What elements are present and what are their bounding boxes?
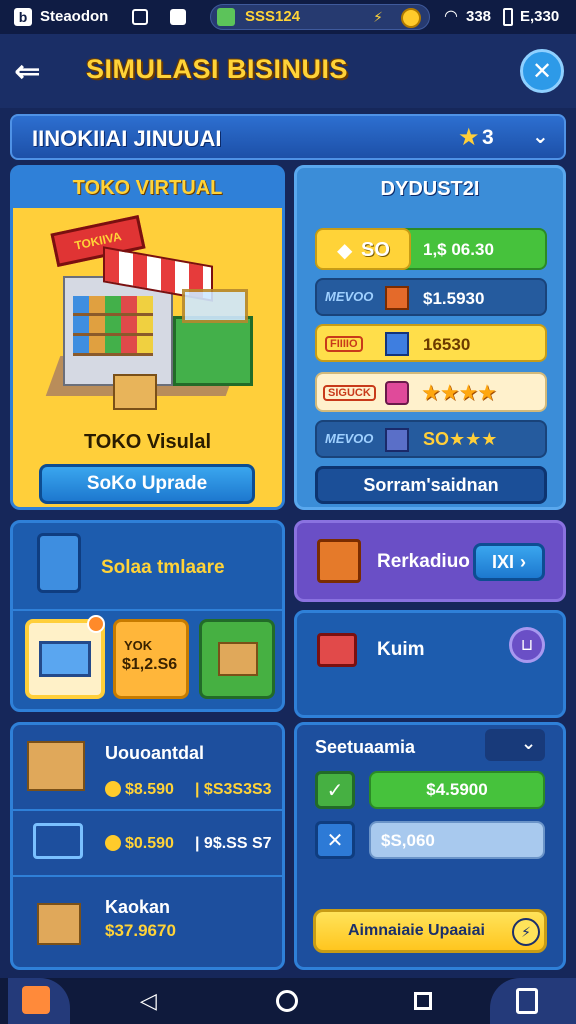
list-item-title: Uouoantdal bbox=[105, 743, 204, 763]
lightning-icon: ⚡ bbox=[373, 8, 383, 25]
inventory-panel: Solaa tmlaare YOK $1,2.S6 bbox=[10, 520, 285, 712]
kuim-panel: Kuim ⊔ bbox=[294, 610, 566, 718]
stacked-crate-icon bbox=[385, 428, 409, 452]
basket-icon bbox=[317, 539, 361, 583]
display-counter bbox=[173, 289, 253, 386]
close-icon: ✕ bbox=[326, 829, 344, 852]
chevron-down-icon[interactable]: ⌄ bbox=[532, 124, 549, 149]
notification-dot-icon bbox=[87, 615, 105, 633]
lightning-icon: ⚡ bbox=[512, 918, 540, 946]
stats-panel-title: DYDUST2I bbox=[380, 178, 480, 200]
notification-icon bbox=[132, 9, 148, 25]
crate-icon bbox=[385, 286, 409, 310]
check-icon: ✓ bbox=[326, 779, 344, 802]
stat-row: SIGUCK ★★★★ bbox=[315, 372, 547, 412]
list-item[interactable]: Kaokan $37.9670 bbox=[13, 877, 282, 967]
market-toggle-button[interactable]: IXI › bbox=[473, 543, 545, 581]
list-item[interactable]: $0.590 | 9$.SS S7 bbox=[13, 811, 282, 875]
gold-coin-icon bbox=[401, 8, 421, 28]
coins-pill: SSS124 ⚡ bbox=[210, 4, 430, 30]
shopping-cart-icon bbox=[317, 633, 357, 667]
app-icon: b bbox=[14, 8, 32, 26]
stats-panel: DYDUST2I ◆ SO 1,$ 06.30 MEVOO $1.5930 FI… bbox=[294, 165, 566, 510]
coin-icon bbox=[105, 835, 121, 851]
house-icon bbox=[22, 986, 50, 1014]
apply-upgrade-button[interactable]: Aimnaiaie Upaaiai ⚡ bbox=[313, 909, 547, 953]
stacked-boxes-icon bbox=[27, 741, 85, 791]
toko-virtual-panel: TOKO VIRTUAL TOKIIVA TOKO Visulal SoKo U… bbox=[10, 165, 285, 510]
bottom-navigation: ◁ bbox=[0, 978, 576, 1024]
battery-text: E,330 bbox=[520, 8, 560, 25]
market-label: Rerkadiuo bbox=[377, 551, 470, 572]
home-nav-button[interactable] bbox=[276, 990, 298, 1012]
status-app-label: Steaodon bbox=[40, 8, 109, 25]
basket-button[interactable]: ⊔ bbox=[509, 627, 545, 663]
page-title: SIMULASI BISINUIS bbox=[86, 54, 349, 84]
stat-row: MEVOO SO★★★ bbox=[315, 420, 547, 458]
inventory-slot-price[interactable]: YOK $1,2.S6 bbox=[113, 619, 189, 699]
back-arrow-icon[interactable]: ⇐ bbox=[14, 54, 54, 88]
toko-panel-header: TOKO VIRTUAL bbox=[13, 168, 282, 208]
star-icon: ★ bbox=[458, 124, 480, 151]
goods-list-panel: Uouoantdal $8.590 | $S3S3S3 $0.590 | 9$.… bbox=[10, 722, 285, 970]
fridge-icon bbox=[37, 533, 81, 593]
close-button[interactable]: ✕ bbox=[520, 49, 564, 93]
rating-stars: ★★★★ bbox=[421, 380, 497, 405]
shop-illustration: TOKIIVA bbox=[43, 215, 263, 426]
inventory-slot-selected[interactable] bbox=[25, 615, 105, 699]
market-panel: Rerkadiuo IXI › bbox=[294, 520, 566, 602]
signal-text: 338 bbox=[466, 8, 492, 25]
home-button[interactable] bbox=[8, 978, 70, 1024]
shop-name: TOKO Visulal bbox=[83, 431, 212, 453]
stat-row: MEVOO $1.5930 bbox=[315, 278, 547, 316]
status-bar: b Steaodon SSS124 ⚡ ◠ 338 E,330 bbox=[0, 0, 576, 34]
settings-panel: Seetuaamia ⌄ ✓ $4.5900 ✕ $S,060 Aimnaiai… bbox=[294, 722, 566, 970]
chevron-down-icon: ⌄ bbox=[521, 733, 537, 753]
stat-row: FIIIIO 16530 bbox=[315, 324, 547, 362]
price-field-2[interactable]: $S,060 bbox=[369, 821, 545, 859]
settings-label: Seetuaamia bbox=[315, 737, 416, 757]
chevron-right-icon: › bbox=[520, 551, 526, 572]
cancel-toggle-button[interactable]: ✕ bbox=[315, 821, 355, 859]
recents-nav-button[interactable] bbox=[414, 992, 432, 1010]
list-item[interactable]: Uouoantdal $8.590 | $S3S3S3 bbox=[13, 725, 282, 807]
coin-stack-icon bbox=[217, 8, 235, 26]
money-box-icon bbox=[37, 903, 81, 945]
star-count: 3 bbox=[482, 126, 494, 149]
cardboard-box-icon bbox=[218, 642, 258, 676]
list-item-title: Kaokan bbox=[105, 897, 171, 917]
menu-button[interactable] bbox=[490, 978, 576, 1024]
section-header-label: IINOKIIAI JINUUAI bbox=[32, 126, 222, 151]
close-icon: ✕ bbox=[531, 57, 553, 85]
toko-panel-title: TOKO VIRTUAL bbox=[72, 177, 223, 199]
clipboard-icon bbox=[516, 988, 538, 1014]
coin-icon bbox=[105, 781, 121, 797]
battery-icon bbox=[503, 8, 513, 26]
inventory-slot-box[interactable] bbox=[199, 619, 275, 699]
produce-crate-icon bbox=[39, 641, 91, 677]
stats-action-button[interactable]: Sorram'saidnan bbox=[315, 466, 547, 504]
bookmark-icon bbox=[170, 9, 186, 25]
gem-icon: ◆ bbox=[337, 240, 353, 262]
settings-dropdown[interactable]: ⌄ bbox=[485, 729, 545, 761]
cardboard-box-icon bbox=[113, 374, 157, 410]
section-header[interactable]: IINOKIIAI JINUUAI ★ 3 ⌄ bbox=[10, 114, 566, 160]
kuim-label: Kuim bbox=[377, 639, 425, 660]
wifi-icon: ◠ bbox=[444, 8, 458, 25]
inventory-title: Solaa tmlaare bbox=[101, 557, 225, 578]
toy-box-icon bbox=[385, 381, 409, 405]
back-nav-button[interactable]: ◁ bbox=[140, 988, 157, 1014]
shelf-items bbox=[73, 296, 153, 356]
stat-row-badge: ◆ SO bbox=[315, 228, 411, 270]
stat-row: ◆ SO 1,$ 06.30 bbox=[315, 228, 547, 270]
price-field-1[interactable]: $4.5900 bbox=[369, 771, 545, 809]
inventory-divider bbox=[13, 609, 282, 611]
cart-basket-icon bbox=[33, 823, 83, 859]
shop-upgrade-button[interactable]: SoKo Uprade bbox=[39, 464, 255, 504]
blue-crate-icon bbox=[385, 332, 409, 356]
bag-icon: ⊔ bbox=[520, 637, 534, 654]
coins-value: SSS124 bbox=[245, 8, 301, 25]
confirm-toggle-button[interactable]: ✓ bbox=[315, 771, 355, 809]
